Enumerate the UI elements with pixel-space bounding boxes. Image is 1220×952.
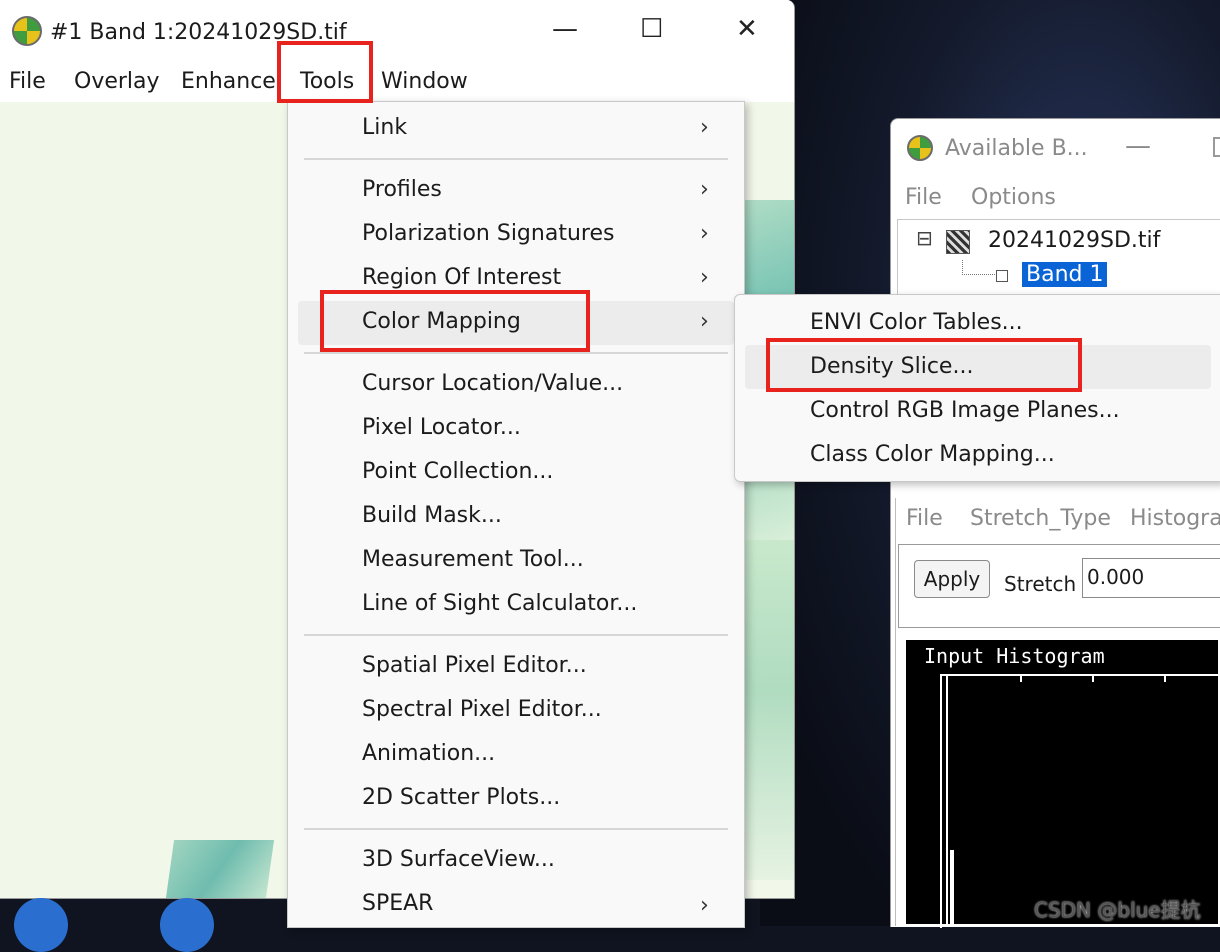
menu-file[interactable]: File	[9, 69, 46, 94]
tools-item-2d-scatter-plots[interactable]: 2D Scatter Plots...	[288, 777, 744, 821]
tools-item-profiles[interactable]: Profiles ›	[288, 169, 744, 213]
menu-enhance[interactable]: Enhance	[181, 69, 276, 94]
histogram-title: Input Histogram	[924, 644, 1105, 668]
envi-app-icon	[907, 135, 933, 161]
tools-item-polarization-signatures[interactable]: Polarization Signatures ›	[288, 213, 744, 257]
menu-overlay[interactable]: Overlay	[74, 69, 160, 94]
bands-minimize-button[interactable]: —	[1125, 131, 1151, 161]
chevron-right-icon: ›	[700, 177, 709, 202]
tools-item-cursor-location[interactable]: Cursor Location/Value...	[288, 363, 744, 407]
chevron-right-icon: ›	[700, 309, 709, 334]
tools-item-build-mask[interactable]: Build Mask...	[288, 495, 744, 539]
tools-item-spectral-pixel-editor[interactable]: Spectral Pixel Editor...	[288, 689, 744, 733]
histogram-axes	[940, 674, 1220, 928]
menu-item-label: 2D Scatter Plots...	[362, 785, 561, 810]
histogram-tick	[1020, 674, 1022, 682]
menu-item-label: Region Of Interest	[362, 265, 562, 290]
menu-separator	[304, 828, 728, 830]
tools-menu: Link › Profiles › Polarization Signature…	[287, 101, 745, 928]
tools-item-link[interactable]: Link ›	[288, 107, 744, 151]
stretch-value-input[interactable]: 0.000	[1082, 558, 1220, 598]
chevron-right-icon: ›	[700, 265, 709, 290]
menu-item-label: Control RGB Image Planes...	[810, 398, 1120, 423]
menu-window[interactable]: Window	[381, 69, 468, 94]
menu-item-label: Profiles	[362, 177, 442, 202]
tree-expander-icon[interactable]: ⊟	[916, 226, 933, 250]
bands-window-title: Available B...	[945, 136, 1088, 161]
bands-menubar: File Options	[891, 177, 1220, 219]
menu-item-label: Class Color Mapping...	[810, 442, 1055, 467]
tree-leaf-icon	[996, 270, 1008, 282]
menu-item-label: 3D SurfaceView...	[362, 847, 555, 872]
chevron-right-icon: ›	[700, 115, 709, 140]
maximize-button[interactable]: ☐	[640, 14, 663, 44]
menu-item-label: Link	[362, 115, 408, 140]
menu-separator	[304, 634, 728, 636]
raster-file-icon	[946, 230, 970, 254]
menu-item-label: Spectral Pixel Editor...	[362, 697, 602, 722]
menu-item-label: Cursor Location/Value...	[362, 371, 624, 396]
tools-item-spear[interactable]: SPEAR ›	[288, 883, 744, 927]
minimize-button[interactable]: —	[552, 14, 578, 44]
menu-item-label: Build Mask...	[362, 503, 502, 528]
histogram-bar	[950, 850, 954, 926]
menu-item-label: Polarization Signatures	[362, 221, 615, 246]
menu-item-label: Measurement Tool...	[362, 547, 584, 572]
histogram-tick	[1092, 674, 1094, 682]
menu-item-label: Point Collection...	[362, 459, 554, 484]
menu-item-label: ENVI Color Tables...	[810, 310, 1023, 335]
bands-maximize-button[interactable]	[1213, 137, 1220, 157]
chevron-right-icon: ›	[700, 893, 709, 918]
menu-separator	[304, 158, 728, 160]
menu-item-label: SPEAR	[362, 891, 434, 916]
tools-item-line-of-sight[interactable]: Line of Sight Calculator...	[288, 583, 744, 627]
bands-menu-options[interactable]: Options	[971, 185, 1056, 210]
tree-connector	[962, 260, 997, 275]
watermark-text: CSDN @blue提杭	[1034, 898, 1201, 922]
submenu-item-control-rgb-image-planes[interactable]: Control RGB Image Planes...	[735, 389, 1220, 433]
tree-band-1[interactable]: Band 1	[1022, 262, 1108, 287]
main-titlebar: #1 Band 1:20241029SD.tif — ☐ ✕	[0, 0, 794, 62]
hist-menu-histogram[interactable]: Histogra	[1130, 506, 1220, 531]
hist-menu-stretch-type[interactable]: Stretch_Type	[970, 506, 1111, 531]
chevron-right-icon: ›	[700, 221, 709, 246]
tools-item-measurement-tool[interactable]: Measurement Tool...	[288, 539, 744, 583]
tools-item-pixel-locator[interactable]: Pixel Locator...	[288, 407, 744, 451]
menu-item-label: Line of Sight Calculator...	[362, 591, 638, 616]
histogram-axis-line	[946, 676, 948, 926]
hist-menu-file[interactable]: File	[906, 506, 943, 531]
submenu-item-class-color-mapping[interactable]: Class Color Mapping...	[735, 433, 1220, 477]
image-region	[165, 840, 275, 898]
highlight-tools-menu	[277, 41, 373, 103]
menu-item-label: Spatial Pixel Editor...	[362, 653, 587, 678]
close-button[interactable]: ✕	[736, 14, 758, 44]
tree-file-name[interactable]: 20241029SD.tif	[988, 228, 1160, 253]
envi-app-icon	[12, 16, 42, 46]
image-region	[740, 500, 794, 880]
highlight-density-slice	[766, 338, 1082, 392]
tools-item-point-collection[interactable]: Point Collection...	[288, 451, 744, 495]
highlight-color-mapping	[320, 290, 590, 352]
stretch-label: Stretch	[1004, 572, 1077, 596]
bands-menu-file[interactable]: File	[905, 185, 942, 210]
taskbar-app-icon[interactable]	[14, 898, 68, 952]
taskbar-app-icon[interactable]	[160, 898, 214, 952]
main-menubar: File Overlay Enhance Tools Window	[0, 62, 794, 102]
menu-item-label: Animation...	[362, 741, 496, 766]
menu-item-label: Pixel Locator...	[362, 415, 521, 440]
tools-item-spatial-pixel-editor[interactable]: Spatial Pixel Editor...	[288, 645, 744, 689]
tools-item-3d-surfaceview[interactable]: 3D SurfaceView...	[288, 839, 744, 883]
tools-item-animation[interactable]: Animation...	[288, 733, 744, 777]
input-histogram-plot: Input Histogram	[904, 638, 1220, 928]
bands-tree: ⊟ 20241029SD.tif Band 1	[897, 219, 1220, 301]
menu-separator	[304, 352, 728, 354]
histogram-tick	[1164, 674, 1166, 682]
apply-button[interactable]: Apply	[914, 560, 990, 598]
